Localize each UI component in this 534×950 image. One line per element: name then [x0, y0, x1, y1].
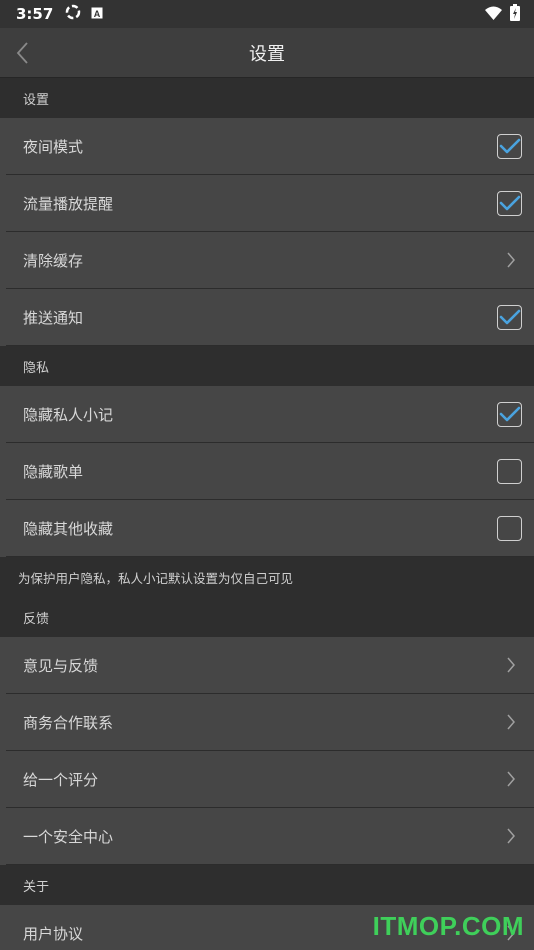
settings-row[interactable]: 一个安全中心 — [6, 808, 534, 865]
settings-row-label: 隐藏其他收藏 — [23, 519, 114, 538]
settings-row-label: 商务合作联系 — [23, 713, 114, 732]
settings-row[interactable]: 隐藏私人小记 — [6, 386, 534, 443]
section-rows: 意见与反馈商务合作联系 给一个评分一个安全中心 — [0, 637, 534, 865]
privacy-note: 为保护用户隐私，私人小记默认设置为仅自己可见 — [0, 557, 534, 597]
settings-row-label: 清除缓存 — [23, 251, 84, 270]
section-header: 设置 — [0, 78, 534, 118]
chevron-right-icon — [505, 827, 517, 845]
sync-icon — [65, 4, 81, 24]
settings-row-label: 一个安全中心 — [23, 827, 114, 846]
watermark: ITMOP.COM — [372, 911, 524, 941]
settings-row-label: 隐藏歌单 — [23, 462, 84, 481]
settings-row-label: 隐藏私人小记 — [23, 405, 114, 424]
settings-row[interactable]: 隐藏歌单 — [6, 443, 534, 500]
settings-row[interactable]: 给一个评分 — [6, 751, 534, 808]
checkbox-unchecked[interactable] — [497, 458, 522, 484]
checkbox-unchecked[interactable] — [497, 515, 522, 541]
status-bar: 3:57 A — [0, 0, 534, 28]
checkbox-checked[interactable] — [497, 401, 522, 427]
settings-row[interactable]: 商务合作联系 — [6, 694, 534, 751]
a-badge-icon: A — [91, 5, 103, 23]
back-button[interactable] — [14, 40, 32, 66]
app-header: 设置 — [0, 28, 534, 78]
settings-row[interactable]: 隐藏其他收藏 — [6, 500, 534, 557]
settings-list: 设置夜间模式流量播放提醒 清除缓存推送通知隐私隐藏私人小记 隐藏歌单隐藏其他收藏为保… — [0, 78, 534, 950]
settings-row-label: 意见与反馈 — [23, 656, 99, 675]
chevron-right-icon — [505, 770, 517, 788]
section-rows: 夜间模式流量播放提醒 清除缓存推送通知 — [0, 118, 534, 346]
battery-charging-icon — [510, 4, 520, 25]
checkbox-checked[interactable] — [497, 133, 522, 159]
status-time: 3:57 — [16, 5, 54, 23]
settings-row[interactable]: 流量播放提醒 — [6, 175, 534, 232]
chevron-right-icon — [505, 251, 517, 269]
svg-text:A: A — [94, 9, 101, 19]
settings-row-label: 推送通知 — [23, 308, 84, 327]
section-header: 反馈 — [0, 597, 534, 637]
section-header: 关于 — [0, 865, 534, 905]
chevron-right-icon — [505, 713, 517, 731]
settings-row-label: 给一个评分 — [23, 770, 99, 789]
checkbox-checked[interactable] — [497, 304, 522, 330]
checkbox-checked[interactable] — [497, 190, 522, 216]
settings-row-label: 夜间模式 — [23, 137, 84, 156]
settings-row[interactable]: 推送通知 — [6, 289, 534, 346]
settings-row[interactable]: 意见与反馈 — [6, 637, 534, 694]
settings-row[interactable]: 夜间模式 — [6, 118, 534, 175]
section-header: 隐私 — [0, 346, 534, 386]
wifi-icon — [485, 6, 502, 24]
settings-row[interactable]: 清除缓存 — [6, 232, 534, 289]
chevron-right-icon — [505, 656, 517, 674]
section-rows: 隐藏私人小记 隐藏歌单隐藏其他收藏 — [0, 386, 534, 557]
settings-row-label: 流量播放提醒 — [23, 194, 114, 213]
settings-row-label: 用户协议 — [23, 924, 84, 943]
page-title: 设置 — [249, 43, 285, 65]
